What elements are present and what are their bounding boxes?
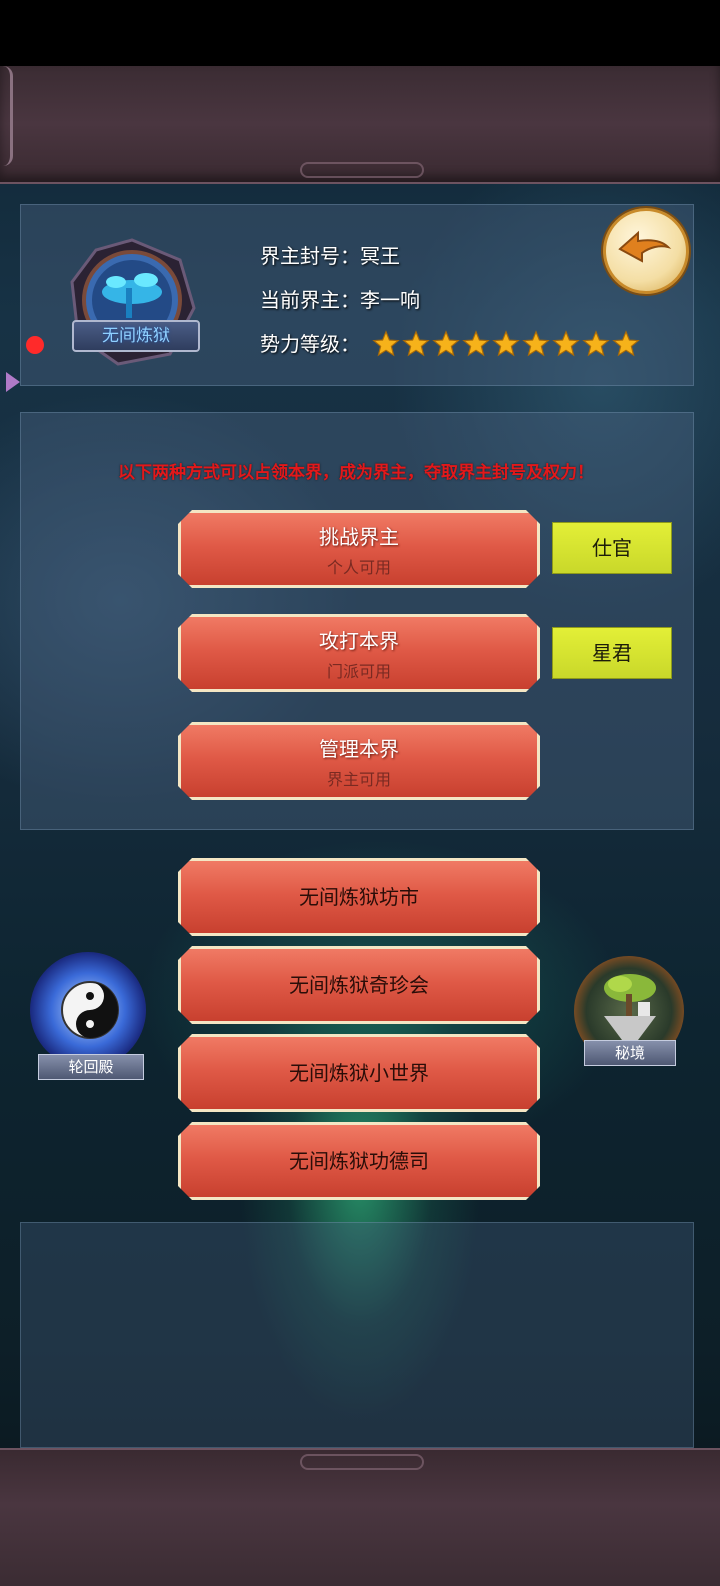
realm-treasure-auction-label: 无间炼狱奇珍会 — [289, 973, 429, 997]
realm-title-label: 界主封号： — [260, 244, 360, 268]
realm-lord-value: 李一响 — [360, 288, 420, 312]
realm-small-world-label: 无间炼狱小世界 — [289, 1061, 429, 1085]
status-strip — [0, 0, 720, 66]
top-frame-bar — [0, 66, 720, 184]
realm-name-plate: 无间炼狱 — [72, 320, 200, 352]
power-stars — [372, 330, 640, 358]
floating-island-icon — [604, 974, 656, 1040]
star-icon — [582, 330, 610, 357]
bottom-frame-bar — [0, 1448, 720, 1586]
yin-yang-icon — [61, 981, 119, 1039]
bottom-frame-ornament — [300, 1454, 424, 1470]
secret-realm-label: 秘境 — [584, 1040, 676, 1066]
top-frame-ornament — [300, 162, 424, 178]
realm-market-label: 无间炼狱坊市 — [299, 885, 419, 909]
realm-power-row: 势力等级： — [260, 328, 360, 357]
manage-realm-sub: 界主可用 — [326, 770, 391, 789]
star-icon — [612, 330, 640, 357]
bottom-empty-panel — [20, 1222, 694, 1448]
secret-realm-portal[interactable]: 秘境 — [566, 950, 692, 1080]
manage-realm-label: 管理本界 — [319, 737, 399, 761]
occupy-notice: 以下两种方式可以占领本界，成为界主，夺取界主封号及权力！ — [118, 463, 594, 483]
back-arrow-icon — [618, 230, 672, 263]
notification-dot — [26, 336, 44, 354]
realm-lord-label: 当前界主： — [260, 288, 360, 312]
rank-button-shiguan[interactable]: 仕官 — [552, 522, 672, 574]
challenge-lord-sub: 个人可用 — [326, 558, 391, 577]
realm-small-world-button[interactable]: 无间炼狱小世界 — [178, 1034, 540, 1112]
attack-realm-sub: 门派可用 — [326, 662, 391, 681]
attack-realm-label: 攻打本界 — [319, 629, 399, 653]
frame-left-ornament — [0, 66, 13, 166]
reincarnation-hall-portal[interactable]: 轮回殿 — [24, 950, 156, 1080]
realm-market-button[interactable]: 无间炼狱坊市 — [178, 858, 540, 936]
back-button[interactable] — [603, 208, 689, 294]
star-icon — [462, 330, 490, 357]
star-icon — [492, 330, 520, 357]
manage-realm-button[interactable]: 管理本界 界主可用 — [178, 722, 540, 800]
realm-merit-office-label: 无间炼狱功德司 — [289, 1149, 429, 1173]
realm-merit-office-button[interactable]: 无间炼狱功德司 — [178, 1122, 540, 1200]
star-icon — [552, 330, 580, 357]
reincarnation-hall-label: 轮回殿 — [38, 1054, 144, 1080]
realm-title-row: 界主封号：冥王 — [260, 240, 400, 269]
side-drawer-arrow-icon[interactable] — [6, 372, 20, 392]
rank-button-xingjun[interactable]: 星君 — [552, 627, 672, 679]
attack-realm-button[interactable]: 攻打本界 门派可用 — [178, 614, 540, 692]
challenge-lord-label: 挑战界主 — [319, 525, 399, 549]
star-icon — [522, 330, 550, 357]
realm-lord-row: 当前界主：李一响 — [260, 284, 420, 313]
star-icon — [372, 330, 400, 357]
star-icon — [432, 330, 460, 357]
realm-treasure-auction-button[interactable]: 无间炼狱奇珍会 — [178, 946, 540, 1024]
realm-title-value: 冥王 — [360, 244, 400, 268]
challenge-lord-button[interactable]: 挑战界主 个人可用 — [178, 510, 540, 588]
realm-power-label: 势力等级： — [260, 332, 360, 356]
star-icon — [402, 330, 430, 357]
